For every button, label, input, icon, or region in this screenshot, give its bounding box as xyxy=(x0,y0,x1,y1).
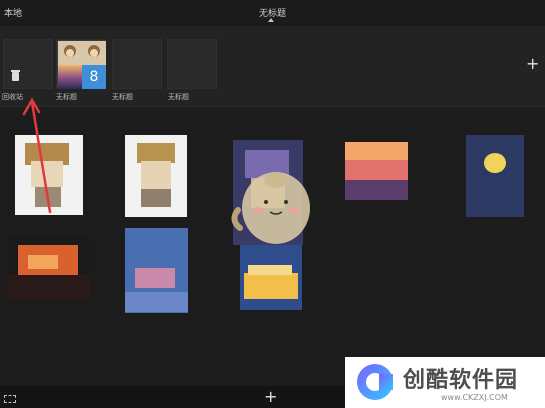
select-icon[interactable] xyxy=(4,395,16,403)
logo-icon xyxy=(357,364,393,400)
watermark-title: 创酷软件园 xyxy=(403,368,519,393)
add-photo-button[interactable]: + xyxy=(264,389,277,405)
watermark-url: www.CKZXJ.COM xyxy=(441,393,508,402)
annotation-arrow xyxy=(22,97,52,214)
watermark: 创酷软件园 www.CKZXJ.COM xyxy=(345,357,545,408)
